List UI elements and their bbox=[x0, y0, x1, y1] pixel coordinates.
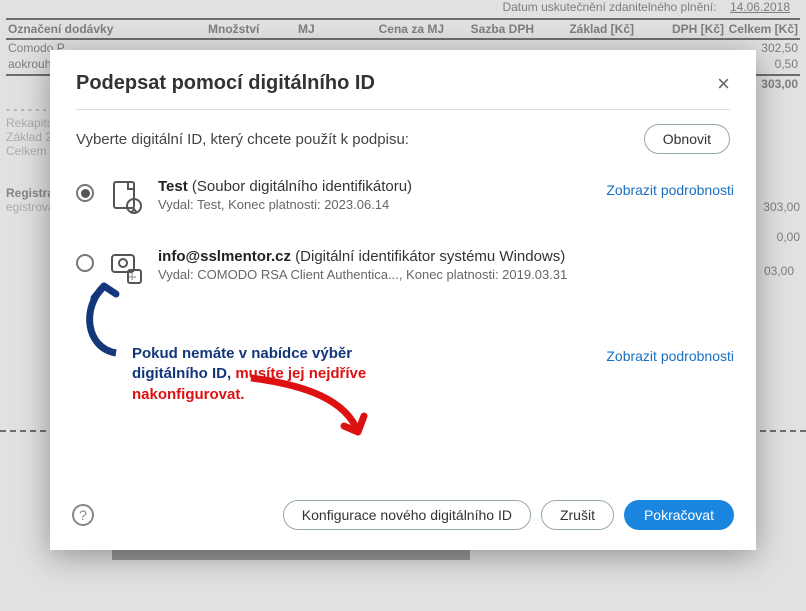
cancel-button[interactable]: Zrušit bbox=[541, 500, 614, 530]
cert-name: Test (Soubor digitálního identifikátoru) bbox=[158, 178, 592, 195]
divider bbox=[76, 109, 730, 110]
cert-sub: Vydal: Test, Konec platnosti: 2023.06.14 bbox=[158, 197, 592, 212]
dialog-footer: ? Konfigurace nového digitálního ID Zruš… bbox=[50, 484, 756, 550]
cert-details-link[interactable]: Zobrazit podrobnosti bbox=[606, 348, 734, 364]
close-icon[interactable]: × bbox=[717, 73, 730, 95]
radio-selected[interactable] bbox=[76, 184, 94, 202]
certificate-file-icon bbox=[108, 180, 144, 216]
dialog-subtitle: Vyberte digitální ID, který chcete použí… bbox=[76, 131, 409, 148]
help-icon[interactable]: ? bbox=[72, 504, 94, 526]
cert-name: info@sslmentor.cz (Digitální identifikát… bbox=[158, 248, 734, 265]
cert-details-link[interactable]: Zobrazit podrobnosti bbox=[606, 182, 734, 198]
dialog-title: Podepsat pomocí digitálního ID bbox=[76, 72, 375, 95]
cert-sub: Vydal: COMODO RSA Client Authentica..., … bbox=[158, 267, 734, 282]
configure-new-id-button[interactable]: Konfigurace nového digitálního ID bbox=[283, 500, 531, 530]
cert-list[interactable]: Test (Soubor digitálního identifikátoru)… bbox=[76, 168, 746, 484]
radio-unselected[interactable] bbox=[76, 254, 94, 272]
arrow-down-icon bbox=[246, 370, 376, 450]
sign-dialog: Podepsat pomocí digitálního ID × Vyberte… bbox=[50, 50, 756, 550]
continue-button[interactable]: Pokračovat bbox=[624, 500, 734, 530]
certificate-windows-icon bbox=[108, 250, 144, 286]
cert-item[interactable]: Test (Soubor digitálního identifikátoru)… bbox=[76, 168, 734, 238]
cert-item[interactable]: info@sslmentor.cz (Digitální identifikát… bbox=[76, 238, 734, 308]
refresh-button[interactable]: Obnovit bbox=[644, 124, 730, 154]
